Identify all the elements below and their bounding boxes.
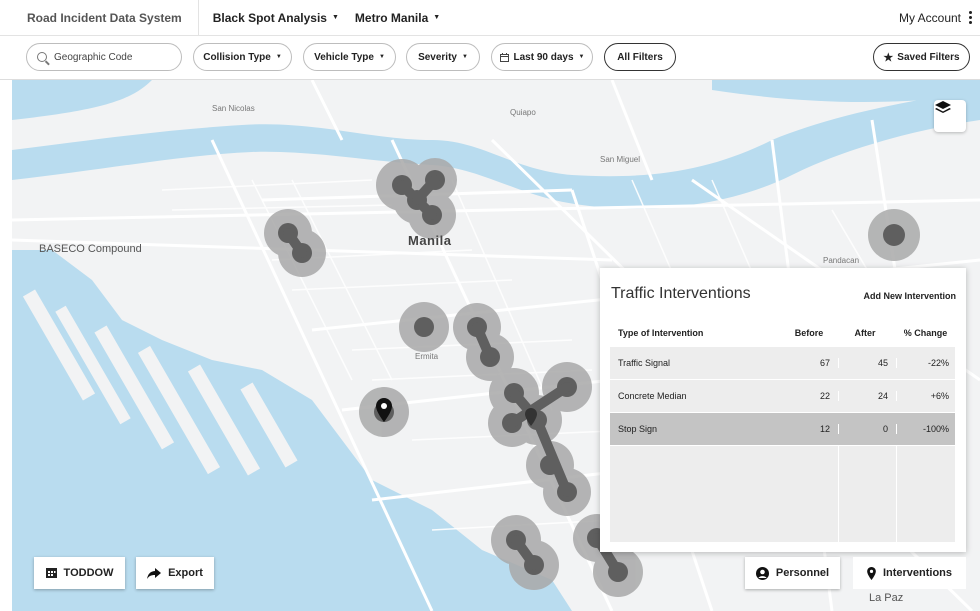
- add-intervention-link[interactable]: Add New Intervention: [863, 291, 956, 301]
- button-label: Personnel: [775, 567, 830, 579]
- filter-bar: Collision Type ▼ Vehicle Type ▼ Severity…: [0, 36, 980, 80]
- interventions-table: Type of Intervention Before After % Chan…: [610, 319, 955, 542]
- table-empty-area: [610, 446, 955, 542]
- menu-label: Black Spot Analysis: [212, 10, 327, 25]
- date-range-filter[interactable]: Last 90 days ▼: [491, 43, 593, 71]
- chevron-down-icon: ▼: [578, 54, 585, 60]
- vehicle-type-filter[interactable]: Vehicle Type ▼: [303, 43, 396, 71]
- column-header[interactable]: Type of Intervention: [610, 328, 780, 338]
- chevron-down-icon: ▼: [378, 54, 385, 60]
- map-pin-icon[interactable]: [525, 408, 537, 426]
- location-pin-icon: [867, 566, 876, 580]
- interventions-button[interactable]: Interventions: [853, 557, 966, 589]
- chevron-down-icon: ▼: [433, 14, 441, 21]
- button-label: Interventions: [882, 567, 953, 579]
- table-row-selected[interactable]: Stop Sign 12 0 -100%: [610, 413, 955, 446]
- share-arrow-icon: [147, 567, 162, 579]
- table-row[interactable]: Traffic Signal 67 45 -22%: [610, 347, 955, 380]
- cell-change: -22%: [896, 358, 955, 368]
- menu-label: Metro Manila: [354, 10, 429, 25]
- map-label-pandacan: Pandacan: [823, 256, 860, 265]
- map-label-quiapo: Quiapo: [510, 108, 536, 117]
- filter-label: Last 90 days: [513, 51, 574, 63]
- column-header[interactable]: Before: [780, 328, 838, 338]
- table-header: Type of Intervention Before After % Chan…: [610, 319, 955, 347]
- filter-label: Severity: [418, 51, 457, 63]
- collision-type-filter[interactable]: Collision Type ▼: [193, 43, 292, 71]
- table-row[interactable]: Concrete Median 22 24 +6%: [610, 380, 955, 413]
- filter-label: Saved Filters: [897, 51, 960, 63]
- search-input[interactable]: [54, 51, 174, 63]
- calendar-icon: [499, 52, 509, 62]
- app-title[interactable]: Road Incident Data System: [0, 0, 199, 35]
- chevron-down-icon: ▼: [461, 54, 468, 60]
- person-icon: [755, 566, 769, 580]
- cell-after: 24: [838, 391, 896, 401]
- filter-label: Vehicle Type: [314, 51, 374, 63]
- map-label-baseco: BASECO Compound: [39, 243, 142, 255]
- map-label-la-paz: La Paz: [869, 592, 904, 604]
- layers-button[interactable]: [934, 100, 966, 132]
- app-root: Road Incident Data System Black Spot Ana…: [0, 0, 980, 611]
- map-pin-icon[interactable]: [376, 398, 392, 422]
- search-icon: [37, 52, 47, 62]
- button-label: Export: [168, 567, 203, 579]
- more-vert-icon[interactable]: [969, 11, 972, 24]
- cell-type: Stop Sign: [618, 424, 658, 434]
- map-label-ermita: Ermita: [415, 352, 439, 361]
- top-bar: Road Incident Data System Black Spot Ana…: [0, 0, 980, 36]
- map-label-manila: Manila: [408, 233, 452, 248]
- filter-label: All Filters: [617, 51, 663, 63]
- menu-metro-manila[interactable]: Metro Manila ▼: [347, 11, 448, 25]
- cell-type: Traffic Signal: [618, 358, 671, 368]
- cell-change: -100%: [896, 424, 955, 434]
- toddow-button[interactable]: TODDOW: [34, 557, 125, 589]
- severity-filter[interactable]: Severity ▼: [406, 43, 480, 71]
- cell-type: Concrete Median: [618, 391, 687, 401]
- export-button[interactable]: Export: [136, 557, 214, 589]
- cell-before: 12: [819, 424, 830, 434]
- map-label-san-nicolas: San Nicolas: [212, 104, 255, 113]
- filter-label: Collision Type: [203, 51, 271, 63]
- button-label: TODDOW: [63, 567, 114, 579]
- cell-after: 45: [838, 358, 896, 368]
- all-filters-button[interactable]: All Filters: [604, 43, 676, 71]
- traffic-interventions-panel: Traffic Interventions Add New Interventi…: [600, 268, 966, 552]
- cell-before: 67: [819, 358, 830, 368]
- map-label-san-miguel: San Miguel: [600, 155, 641, 164]
- saved-filters-button[interactable]: ★ Saved Filters: [873, 43, 970, 71]
- panel-title: Traffic Interventions: [611, 285, 751, 302]
- account-label: My Account: [898, 10, 961, 25]
- chevron-down-icon: ▼: [275, 54, 282, 60]
- layers-icon: [935, 101, 951, 113]
- search-box[interactable]: [26, 43, 182, 71]
- cell-after: 0: [838, 424, 896, 434]
- cell-before: 22: [819, 391, 830, 401]
- account-menu[interactable]: My Account: [899, 11, 980, 25]
- chevron-down-icon: ▼: [331, 14, 339, 21]
- cell-change: +6%: [896, 391, 955, 401]
- menu-black-spot-analysis[interactable]: Black Spot Analysis ▼: [199, 11, 347, 25]
- calendar-grid-icon: [45, 568, 57, 578]
- column-header[interactable]: After: [838, 328, 896, 338]
- personnel-button[interactable]: Personnel: [745, 557, 840, 589]
- star-icon: ★: [883, 51, 894, 64]
- column-header[interactable]: % Change: [896, 328, 955, 338]
